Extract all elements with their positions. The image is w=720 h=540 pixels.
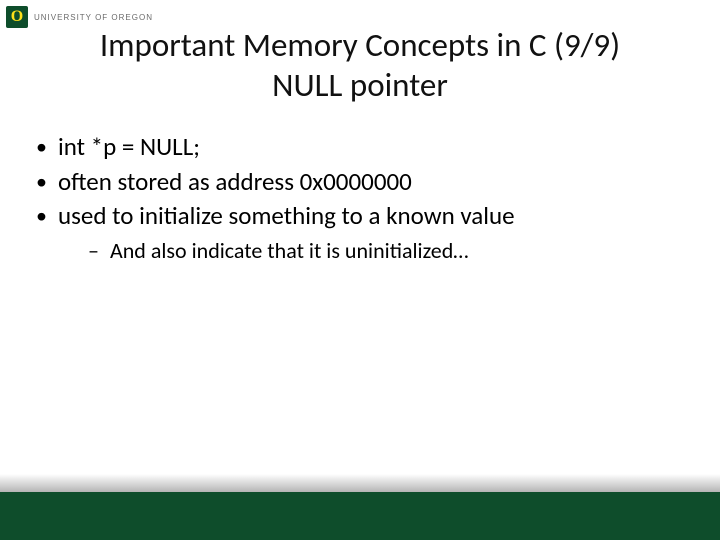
bullet-text: used to initialize something to a known …	[58, 200, 515, 231]
title-line-1: Important Memory Concepts in C (9/9)	[30, 26, 690, 66]
university-label: UNIVERSITY OF OREGON	[34, 13, 153, 22]
title-line-2: NULL pointer	[30, 66, 690, 106]
slide: O UNIVERSITY OF OREGON Important Memory …	[0, 0, 720, 540]
sub-bullet-item: And also indicate that it is uninitializ…	[58, 236, 690, 266]
bullet-item: often stored as address 0x0000000	[30, 165, 690, 200]
footer-gradient	[0, 474, 720, 492]
sub-bullet-list: And also indicate that it is uninitializ…	[58, 236, 690, 266]
footer-bar	[0, 480, 720, 540]
slide-body: int *p = NULL; often stored as address 0…	[30, 130, 690, 265]
slide-title: Important Memory Concepts in C (9/9) NUL…	[0, 26, 720, 105]
bullet-list: int *p = NULL; often stored as address 0…	[30, 130, 690, 265]
footer-green-band	[0, 492, 720, 540]
uo-logo-icon: O	[6, 6, 28, 28]
bullet-item: int *p = NULL;	[30, 130, 690, 165]
bullet-item: used to initialize something to a known …	[30, 199, 690, 265]
